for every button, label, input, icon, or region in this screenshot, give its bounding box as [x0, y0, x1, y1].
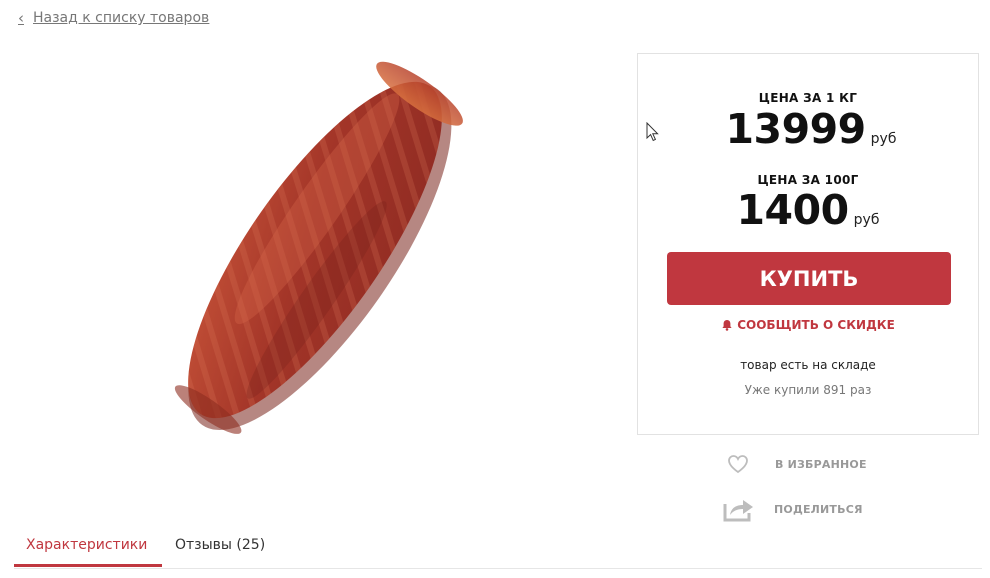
price-box: ЦЕНА ЗА 1 КГ 13999 руб ЦЕНА ЗА 100Г 1400…: [637, 53, 979, 435]
chevron-left-icon: ‹: [18, 9, 24, 27]
buy-button[interactable]: КУПИТЬ: [667, 252, 951, 305]
active-tab-indicator: [14, 564, 162, 567]
tab-reviews[interactable]: Отзывы (25): [175, 537, 265, 553]
product-tabs: Характеристики Отзывы (25): [14, 528, 982, 569]
back-to-list-link[interactable]: ‹ Назад к списку товаров: [18, 9, 209, 27]
price-per-kg-block: ЦЕНА ЗА 1 КГ 13999 руб: [638, 91, 978, 151]
price-per-100g-block: ЦЕНА ЗА 100Г 1400 руб: [638, 173, 978, 232]
price-per-100g-unit: руб: [853, 212, 880, 228]
share-label: ПОДЕЛИТЬСЯ: [774, 502, 863, 516]
back-link-label: Назад к списку товаров: [33, 10, 210, 26]
price-per-kg-label: ЦЕНА ЗА 1 КГ: [758, 91, 858, 105]
add-to-favorites-button[interactable]: В ИЗБРАННОЕ: [727, 454, 867, 474]
notify-discount-link[interactable]: СООБЩИТЬ О СКИДКЕ: [638, 318, 978, 332]
product-image: [174, 61, 463, 434]
price-per-kg-unit: руб: [870, 131, 897, 147]
purchase-count: Уже купили 891 раз: [744, 383, 872, 397]
favorites-label: В ИЗБРАННОЕ: [775, 457, 867, 471]
notify-discount-label: СООБЩИТЬ О СКИДКЕ: [737, 318, 895, 332]
price-per-100g-value: 1400: [736, 186, 850, 234]
price-per-100g-label: ЦЕНА ЗА 100Г: [757, 173, 859, 187]
share-button[interactable]: ПОДЕЛИТЬСЯ: [722, 495, 863, 523]
mouse-cursor-icon: [646, 122, 659, 142]
stock-status: товар есть на складе: [740, 358, 876, 372]
tab-characteristics[interactable]: Характеристики: [26, 537, 147, 553]
heart-icon: [728, 455, 748, 474]
product-page: ‹ Назад к списку товаров ЦЕНА ЗА 1 КГ 13…: [0, 0, 990, 578]
bell-icon: [722, 320, 732, 331]
share-icon: [723, 500, 753, 522]
price-per-kg-value: 13999: [725, 105, 867, 153]
